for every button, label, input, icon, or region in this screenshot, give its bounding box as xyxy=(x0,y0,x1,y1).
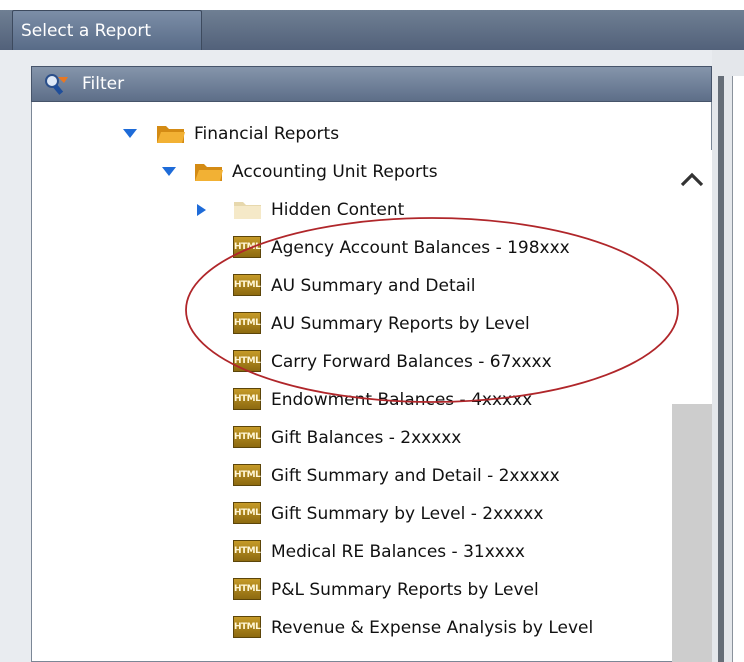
tree-item-label: Agency Account Balances - 198xxx xyxy=(271,238,570,258)
html-report-icon: HTML xyxy=(233,426,261,448)
tree-item-label: Medical RE Balances - 31xxxx xyxy=(271,542,525,562)
scroll-thumb[interactable] xyxy=(672,404,712,662)
splitter-handle[interactable] xyxy=(718,76,724,662)
html-report-icon: HTML xyxy=(233,502,261,524)
html-report-icon: HTML xyxy=(233,388,261,410)
tree-item-label: AU Summary and Detail xyxy=(271,276,476,296)
scroll-up-icon[interactable] xyxy=(672,168,712,192)
tab-select-report[interactable]: Select a Report xyxy=(12,10,202,50)
tree-report-item[interactable]: HTML P&L Summary Reports by Level xyxy=(0,572,670,608)
html-report-icon: HTML xyxy=(233,464,261,486)
expand-right-icon[interactable] xyxy=(197,204,206,216)
html-report-icon: HTML xyxy=(233,540,261,562)
tree-report-item[interactable]: HTML Carry Forward Balances - 67xxxx xyxy=(0,344,670,380)
folder-icon xyxy=(157,126,185,143)
html-report-icon: HTML xyxy=(233,236,261,258)
expand-down-icon[interactable] xyxy=(123,129,137,138)
tree-report-item[interactable]: HTML Endowment Balances - 4xxxxx xyxy=(0,382,670,418)
tree-item-label: Gift Summary by Level - 2xxxxx xyxy=(271,504,544,524)
tree-item-label: Gift Summary and Detail - 2xxxxx xyxy=(271,466,560,486)
tree-report-item[interactable]: HTML Revenue & Expense Analysis by Level xyxy=(0,610,670,646)
tree-report-item[interactable]: HTML Gift Summary by Level - 2xxxxx xyxy=(0,496,670,532)
tree-item-label: Gift Balances - 2xxxxx xyxy=(271,428,462,448)
html-report-icon: HTML xyxy=(233,274,261,296)
filter-label: Filter xyxy=(82,74,125,94)
tree-report-item[interactable]: HTML AU Summary Reports by Level xyxy=(0,306,670,342)
tree-folder-item[interactable]: Financial Reports xyxy=(0,116,670,152)
tree-item-label: Hidden Content xyxy=(271,200,405,220)
folder-icon xyxy=(195,164,223,181)
tree-report-item[interactable]: HTML Medical RE Balances - 31xxxx xyxy=(0,534,670,570)
tree-report-item[interactable]: HTML Gift Summary and Detail - 2xxxxx xyxy=(0,458,670,494)
tree-item-label: Revenue & Expense Analysis by Level xyxy=(271,618,594,638)
filter-icon[interactable] xyxy=(42,73,68,95)
tree-report-item[interactable]: HTML Agency Account Balances - 198xxx xyxy=(0,230,670,266)
tree-report-item[interactable]: HTML Gift Balances - 2xxxxx xyxy=(0,420,670,456)
top-strip xyxy=(0,0,744,10)
tree-item-label: P&L Summary Reports by Level xyxy=(271,580,539,600)
tree-item-label: Accounting Unit Reports xyxy=(232,162,438,182)
tree-item-label: Carry Forward Balances - 67xxxx xyxy=(271,352,552,372)
html-report-icon: HTML xyxy=(233,616,261,638)
tree-item-label: AU Summary Reports by Level xyxy=(271,314,530,334)
html-report-icon: HTML xyxy=(233,350,261,372)
html-report-icon: HTML xyxy=(233,312,261,334)
expand-down-icon[interactable] xyxy=(162,167,176,176)
tree-folder-item[interactable]: Hidden Content xyxy=(0,192,670,228)
filter-header[interactable]: Filter xyxy=(31,66,712,102)
splitter[interactable] xyxy=(712,50,744,662)
right-pane-edge xyxy=(732,76,744,662)
tree-item-label: Financial Reports xyxy=(194,124,340,144)
html-report-icon: HTML xyxy=(233,578,261,600)
tree-report-item[interactable]: HTML AU Summary and Detail xyxy=(0,268,670,304)
tree-folder-item[interactable]: Accounting Unit Reports xyxy=(0,154,670,190)
folder-icon xyxy=(234,202,261,219)
tree-item-label: Endowment Balances - 4xxxxx xyxy=(271,390,533,410)
